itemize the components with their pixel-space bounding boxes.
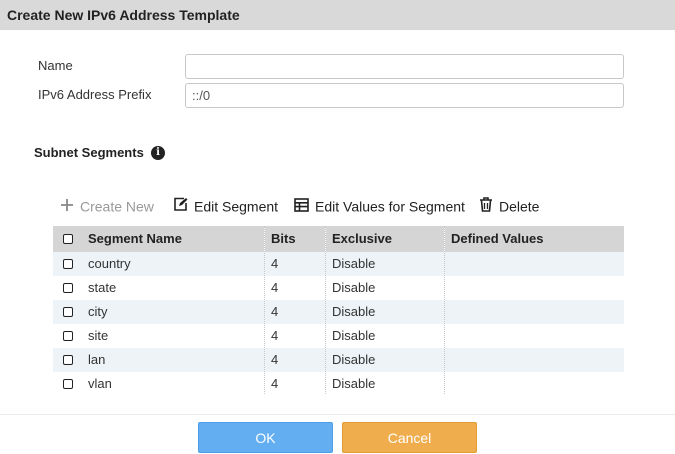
segment-name-cell: country [88, 256, 131, 271]
name-input[interactable] [185, 54, 624, 79]
row-checkbox[interactable] [63, 259, 73, 269]
column-divider [264, 226, 265, 394]
segment-name-cell: state [88, 280, 117, 295]
col-exclusive[interactable]: Exclusive [332, 226, 392, 252]
table-row[interactable]: country 4 Disable [53, 252, 624, 276]
exclusive-cell: Disable [332, 256, 376, 271]
row-select-cell [53, 276, 81, 300]
exclusive-cell: Disable [332, 304, 376, 319]
col-segment-name[interactable]: Segment Name [88, 226, 182, 252]
prefix-label: IPv6 Address Prefix [38, 87, 152, 102]
edit-values-label: Edit Values for Segment [315, 198, 465, 215]
plus-icon [60, 198, 74, 215]
table-icon [294, 197, 309, 215]
exclusive-cell: Disable [332, 376, 376, 391]
segment-name-cell: city [88, 304, 108, 319]
bits-cell: 4 [271, 256, 279, 271]
table-header: Segment Name Bits Exclusive Defined Valu… [53, 226, 624, 252]
bits-cell: 4 [271, 328, 279, 343]
trash-icon [479, 197, 493, 215]
segment-name-cell: site [88, 328, 109, 343]
col-bits[interactable]: Bits [271, 226, 296, 252]
table-row[interactable]: vlan 4 Disable [53, 372, 624, 396]
row-checkbox[interactable] [63, 355, 73, 365]
delete-label: Delete [499, 198, 540, 215]
edit-icon [173, 197, 188, 215]
row-checkbox[interactable] [63, 331, 73, 341]
row-select-cell [53, 348, 81, 372]
delete-button[interactable]: Delete [479, 197, 539, 215]
segment-name-cell: vlan [88, 376, 112, 391]
exclusive-cell: Disable [332, 352, 376, 367]
bits-cell: 4 [271, 352, 279, 367]
col-defined-values[interactable]: Defined Values [451, 226, 543, 252]
table-row[interactable]: state 4 Disable [53, 276, 624, 300]
cancel-button[interactable]: Cancel [342, 422, 477, 453]
name-label: Name [38, 58, 73, 73]
dialog-titlebar: Create New IPv6 Address Template [0, 0, 675, 30]
column-divider [325, 226, 326, 394]
exclusive-cell: Disable [332, 280, 376, 295]
edit-values-button[interactable]: Edit Values for Segment [294, 197, 465, 215]
row-checkbox[interactable] [63, 307, 73, 317]
row-select-cell [53, 372, 81, 396]
table-row[interactable]: site 4 Disable [53, 324, 624, 348]
info-icon[interactable]: i [151, 146, 165, 160]
bits-cell: 4 [271, 376, 279, 391]
dialog-title: Create New IPv6 Address Template [7, 7, 240, 23]
row-select-cell [53, 252, 81, 276]
table-row[interactable]: lan 4 Disable [53, 348, 624, 372]
segment-name-cell: lan [88, 352, 106, 367]
subnet-segments-title: Subnet Segments [34, 145, 144, 160]
prefix-input[interactable] [185, 83, 624, 108]
row-checkbox[interactable] [63, 283, 73, 293]
ok-button[interactable]: OK [198, 422, 333, 453]
edit-segment-label: Edit Segment [194, 198, 279, 215]
row-checkbox[interactable] [63, 379, 73, 389]
footer-divider [0, 414, 675, 415]
exclusive-cell: Disable [332, 328, 376, 343]
bits-cell: 4 [271, 304, 279, 319]
row-select-cell [53, 324, 81, 348]
bits-cell: 4 [271, 280, 279, 295]
create-new-label: Create New [80, 198, 154, 215]
column-divider [444, 226, 445, 394]
select-all-cell [53, 226, 81, 252]
create-new-button[interactable]: Create New [60, 197, 154, 215]
table-row[interactable]: city 4 Disable [53, 300, 624, 324]
select-all-checkbox[interactable] [63, 234, 73, 244]
row-select-cell [53, 300, 81, 324]
edit-segment-button[interactable]: Edit Segment [173, 197, 278, 215]
segments-table: Segment Name Bits Exclusive Defined Valu… [53, 226, 624, 396]
